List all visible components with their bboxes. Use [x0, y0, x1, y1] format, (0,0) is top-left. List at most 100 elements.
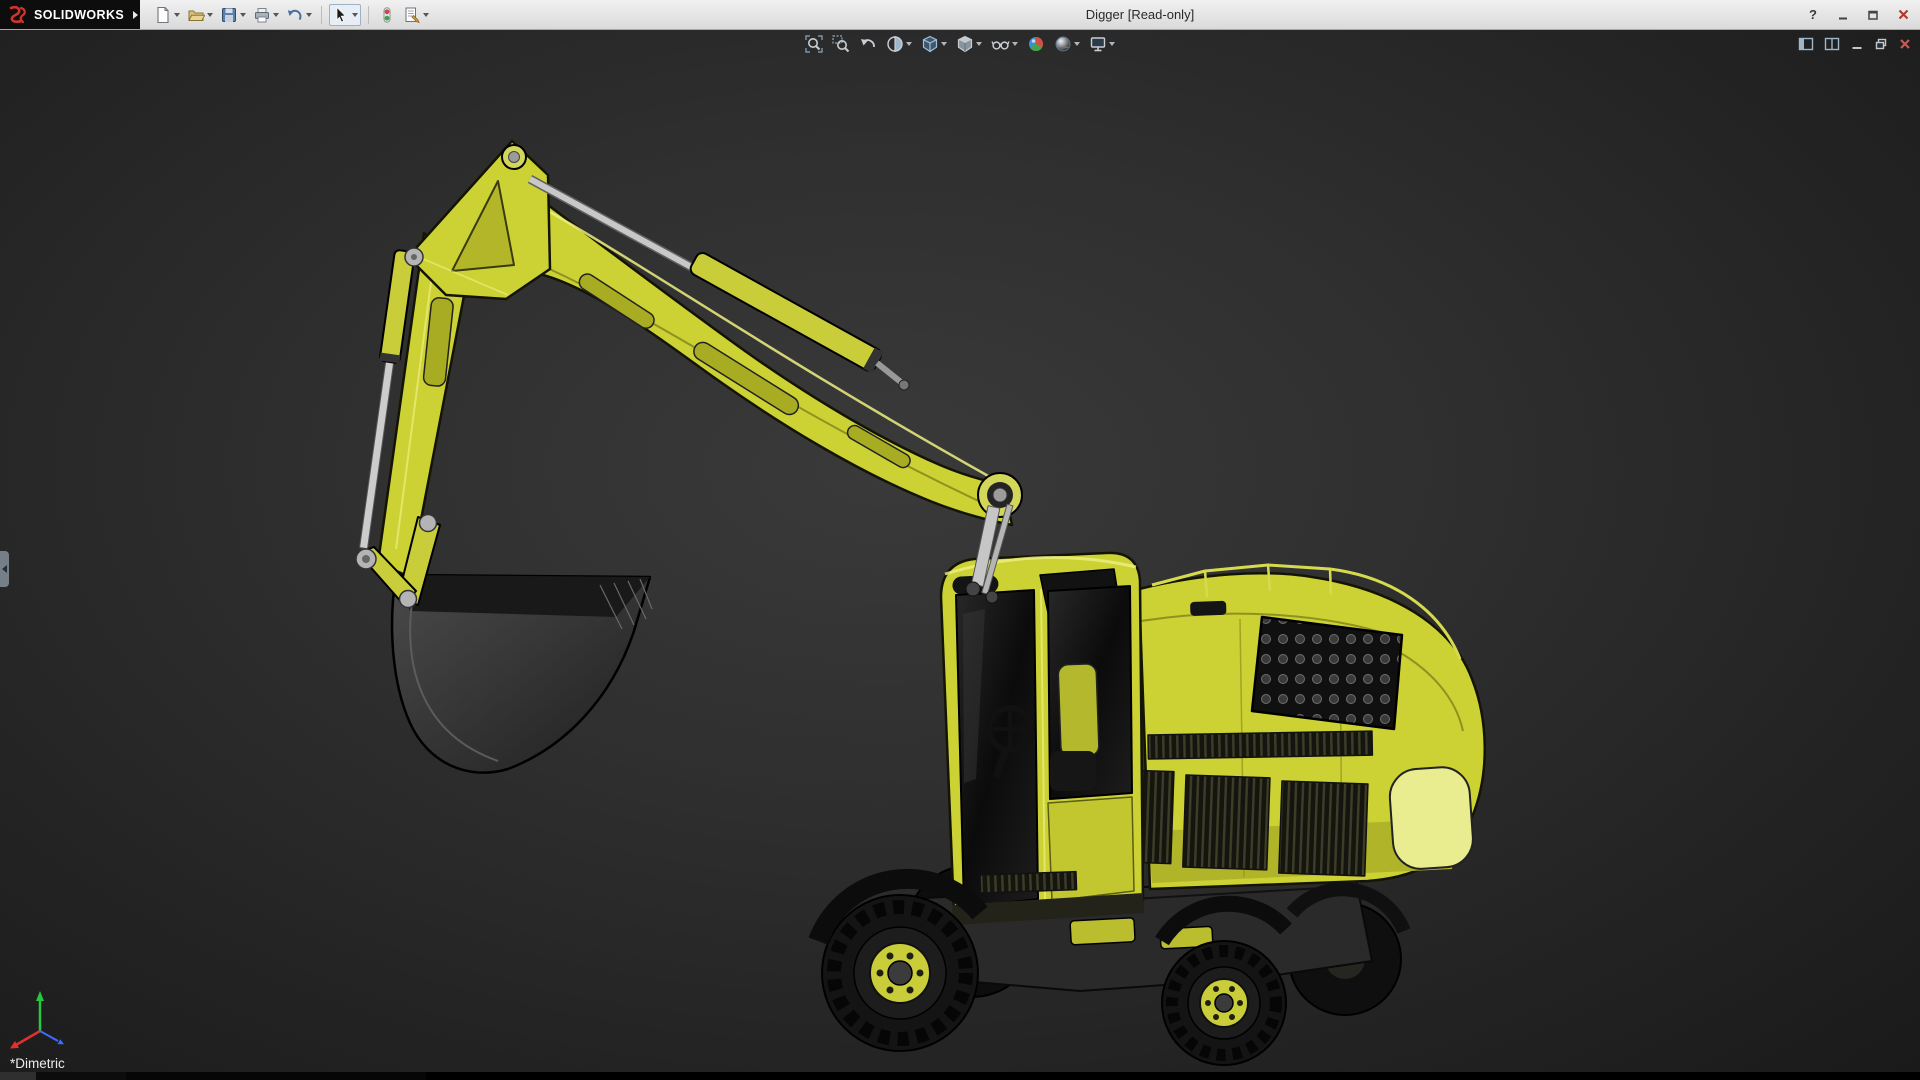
reference-triad — [10, 991, 64, 1049]
heads-up-toolbar — [804, 34, 1116, 54]
new-document-icon — [154, 6, 172, 24]
zoom-to-fit-button[interactable] — [804, 34, 824, 54]
solidworks-logo: SOLIDWORKS — [0, 0, 140, 29]
operator-seat — [1058, 664, 1099, 757]
minimize-button[interactable] — [1834, 6, 1852, 24]
save-button[interactable] — [218, 5, 248, 25]
new-document-button[interactable] — [152, 5, 182, 25]
undo-arrow-icon — [286, 6, 304, 24]
view-settings-monitor-icon — [1089, 35, 1107, 53]
taskbar-segment — [36, 1072, 126, 1080]
solidworks-symbol-icon — [7, 5, 29, 25]
restore-document-icon — [1874, 37, 1888, 51]
section-view-button[interactable] — [885, 34, 913, 54]
close-document-icon — [1898, 37, 1912, 51]
collapse-arrow-icon — [2, 565, 7, 573]
show-featuremanager-button[interactable] — [1798, 36, 1814, 52]
side-grille — [1183, 775, 1270, 870]
triad-z-axis — [40, 1031, 58, 1041]
engine-housing — [1095, 565, 1485, 889]
dropdown-caret-icon[interactable] — [240, 13, 246, 17]
zoom-to-fit-icon — [805, 35, 823, 53]
view-settings-button[interactable] — [1088, 34, 1116, 54]
view-orientation-button[interactable] — [920, 34, 948, 54]
help-icon: ? — [1809, 7, 1817, 22]
toolbar-separator — [368, 6, 369, 24]
panel-collapse-tab[interactable] — [0, 551, 9, 587]
document-window-controls — [1798, 36, 1912, 52]
menu-flyout-arrow-icon[interactable] — [133, 11, 138, 19]
vent-strip — [1148, 731, 1372, 759]
select-cursor-icon — [332, 6, 350, 24]
close-icon — [1897, 8, 1910, 21]
help-button[interactable]: ? — [1804, 6, 1822, 24]
apply-scene-ball-icon — [1054, 35, 1072, 53]
dropdown-caret-icon[interactable] — [976, 42, 982, 46]
close-document-button[interactable] — [1898, 37, 1912, 51]
dropdown-caret-icon[interactable] — [1109, 42, 1115, 46]
display-style-button[interactable] — [955, 34, 983, 54]
printer-icon — [253, 6, 271, 24]
restore-icon — [1867, 9, 1879, 21]
split-pane-button[interactable] — [1824, 36, 1840, 52]
save-floppy-icon — [220, 6, 238, 24]
dropdown-caret-icon[interactable] — [352, 13, 358, 17]
display-style-cube-icon — [956, 35, 974, 53]
rear-wheel — [1162, 941, 1286, 1065]
minimize-document-icon — [1850, 37, 1864, 51]
minimize-icon — [1837, 9, 1849, 21]
taskbar-sliver — [0, 1072, 1920, 1080]
dropdown-caret-icon[interactable] — [306, 13, 312, 17]
view-orientation-cube-icon — [921, 35, 939, 53]
show-featuremanager-icon — [1798, 36, 1814, 52]
dropdown-caret-icon[interactable] — [174, 13, 180, 17]
rebuild-stoplight-icon — [378, 6, 396, 24]
hide-show-items-button[interactable] — [990, 34, 1019, 54]
front-wheel — [822, 895, 978, 1051]
dropdown-caret-icon[interactable] — [941, 42, 947, 46]
open-document-button[interactable] — [185, 5, 215, 25]
close-button[interactable] — [1894, 6, 1912, 24]
split-pane-icon — [1824, 36, 1840, 52]
excavator-model[interactable] — [356, 141, 1485, 1065]
rebuild-button[interactable] — [376, 5, 398, 25]
file-properties-icon — [403, 6, 421, 24]
minimize-document-button[interactable] — [1850, 37, 1864, 51]
cab — [941, 553, 1144, 925]
edit-appearance-ball-icon — [1027, 35, 1045, 53]
graphics-viewport[interactable]: *Dimetric — [0, 29, 1920, 1072]
previous-view-icon — [859, 35, 877, 53]
zoom-to-area-button[interactable] — [831, 34, 851, 54]
dropdown-caret-icon[interactable] — [207, 13, 213, 17]
dropdown-caret-icon[interactable] — [906, 42, 912, 46]
print-button[interactable] — [251, 5, 281, 25]
model-canvas[interactable] — [0, 29, 1920, 1072]
file-properties-button[interactable] — [401, 5, 431, 25]
edit-appearance-button[interactable] — [1026, 34, 1046, 54]
window-title: Digger [Read-only] — [990, 7, 1290, 22]
maximize-button[interactable] — [1864, 6, 1882, 24]
dropdown-caret-icon[interactable] — [1074, 42, 1080, 46]
triad-x-axis — [16, 1031, 40, 1045]
taskbar-segment — [0, 1072, 36, 1080]
open-folder-icon — [187, 6, 205, 24]
dropdown-caret-icon[interactable] — [1012, 42, 1018, 46]
standard-toolbar — [152, 2, 431, 27]
undo-button[interactable] — [284, 5, 314, 25]
section-view-icon — [886, 35, 904, 53]
dropdown-caret-icon[interactable] — [423, 13, 429, 17]
apply-scene-button[interactable] — [1053, 34, 1081, 54]
brand-text: SOLIDWORKS — [34, 8, 124, 22]
dropdown-caret-icon[interactable] — [273, 13, 279, 17]
radiator-grid — [1252, 617, 1402, 729]
restore-document-button[interactable] — [1874, 37, 1888, 51]
bucket — [392, 575, 652, 773]
boom-arm — [524, 199, 1012, 525]
zoom-to-area-icon — [832, 35, 850, 53]
previous-view-button[interactable] — [858, 34, 878, 54]
hide-show-glasses-icon — [991, 35, 1010, 53]
window-controls: ? — [1804, 3, 1912, 26]
titlebar: SOLIDWORKS — [0, 0, 1920, 30]
select-button[interactable] — [329, 4, 361, 26]
side-grille — [1279, 781, 1368, 876]
